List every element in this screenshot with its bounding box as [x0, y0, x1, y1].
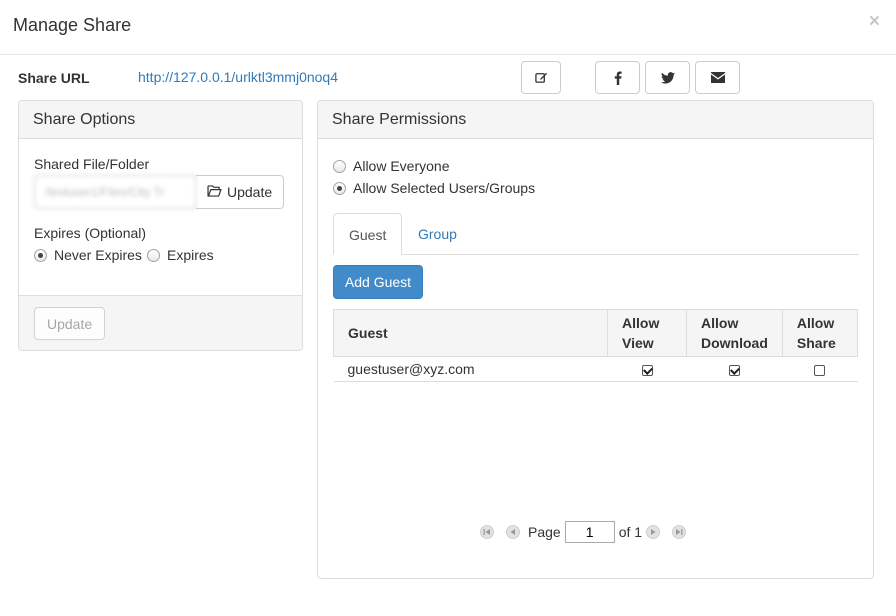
allow-download-line2: Download	[701, 335, 768, 351]
close-icon[interactable]: ×	[869, 12, 880, 32]
update-file-button[interactable]: Update	[196, 175, 285, 209]
table-row[interactable]: guestuser@xyz.com	[333, 356, 858, 382]
shared-file-input-group: /testuser1/Files/City Tr Update	[34, 175, 285, 209]
expires-label: Expires (Optional)	[34, 225, 147, 241]
allow-download-checkbox[interactable]	[728, 364, 740, 376]
facebook-share-button[interactable]	[595, 61, 640, 94]
never-expires-label: Never Expires	[54, 247, 142, 263]
allow-download-line1: Allow	[701, 315, 739, 331]
page-label: Page	[528, 524, 561, 540]
last-page-icon[interactable]	[672, 525, 687, 539]
facebook-icon	[614, 71, 622, 85]
column-header-guest: Guest	[333, 309, 608, 357]
radio-checked-icon	[333, 181, 346, 195]
share-url-link[interactable]: http://127.0.0.1/urlktl3mmj0noq4	[138, 69, 338, 85]
modal-title: Manage Share	[13, 15, 132, 35]
shared-file-label: Shared File/Folder	[34, 156, 150, 172]
column-header-allow-download: Allow Download	[686, 309, 783, 357]
allow-share-line1: Allow	[796, 315, 835, 331]
expires-radio-label: Expires	[167, 247, 214, 263]
share-options-title: Share Options	[19, 101, 302, 139]
first-page-icon[interactable]	[480, 525, 494, 539]
expires-radio[interactable]: Expires	[147, 247, 214, 263]
tab-group[interactable]: Group	[403, 213, 472, 255]
header-divider	[0, 54, 896, 55]
allow-share-cell	[782, 356, 858, 382]
radio-unchecked-icon	[147, 248, 160, 262]
envelope-icon	[710, 72, 725, 83]
shared-file-input[interactable]: /testuser1/Files/City Tr	[34, 175, 196, 209]
allow-share-line2: Share	[796, 335, 836, 351]
folder-open-icon	[207, 184, 222, 200]
pagination: Page of 1	[480, 521, 687, 543]
table-header-row: Guest Allow View Allow Download Allow Sh…	[333, 309, 859, 357]
never-expires-radio[interactable]: Never Expires	[34, 247, 142, 263]
email-share-button[interactable]	[695, 61, 740, 94]
allow-selected-radio[interactable]: Allow Selected Users/Groups	[333, 180, 535, 196]
radio-unchecked-icon	[333, 159, 346, 173]
allow-view-line1: Allow	[622, 315, 660, 331]
prev-page-icon[interactable]	[506, 525, 520, 539]
guest-email-cell: guestuser@xyz.com	[333, 356, 608, 382]
allow-selected-label: Allow Selected Users/Groups	[353, 180, 536, 196]
twitter-icon	[660, 71, 675, 84]
add-guest-button[interactable]: Add Guest	[333, 265, 423, 299]
tab-guest[interactable]: Guest	[333, 213, 403, 255]
update-file-label: Update	[227, 184, 273, 200]
page-of-label: of 1	[618, 524, 643, 540]
allow-view-checkbox[interactable]	[641, 364, 653, 376]
share-permissions-title: Share Permissions	[318, 101, 873, 139]
allow-view-line2: View	[622, 335, 654, 351]
allow-view-cell	[607, 356, 687, 382]
update-share-button[interactable]: Update	[34, 307, 106, 340]
allow-share-checkbox[interactable]	[814, 364, 826, 376]
radio-checked-icon	[34, 248, 47, 262]
allow-everyone-label: Allow Everyone	[353, 158, 450, 174]
next-page-icon[interactable]	[646, 525, 661, 539]
edit-icon	[534, 71, 548, 84]
allow-download-cell	[686, 356, 783, 382]
share-url-label: Share URL	[18, 70, 90, 86]
column-header-allow-view: Allow View	[607, 309, 687, 357]
edit-url-button[interactable]	[521, 61, 561, 94]
column-header-allow-share: Allow Share	[781, 309, 859, 357]
allow-everyone-radio[interactable]: Allow Everyone	[333, 158, 450, 174]
guest-permissions-table: Guest Allow View Allow Download Allow Sh…	[333, 309, 859, 382]
twitter-share-button[interactable]	[645, 61, 690, 94]
page-number-input[interactable]	[564, 521, 615, 543]
